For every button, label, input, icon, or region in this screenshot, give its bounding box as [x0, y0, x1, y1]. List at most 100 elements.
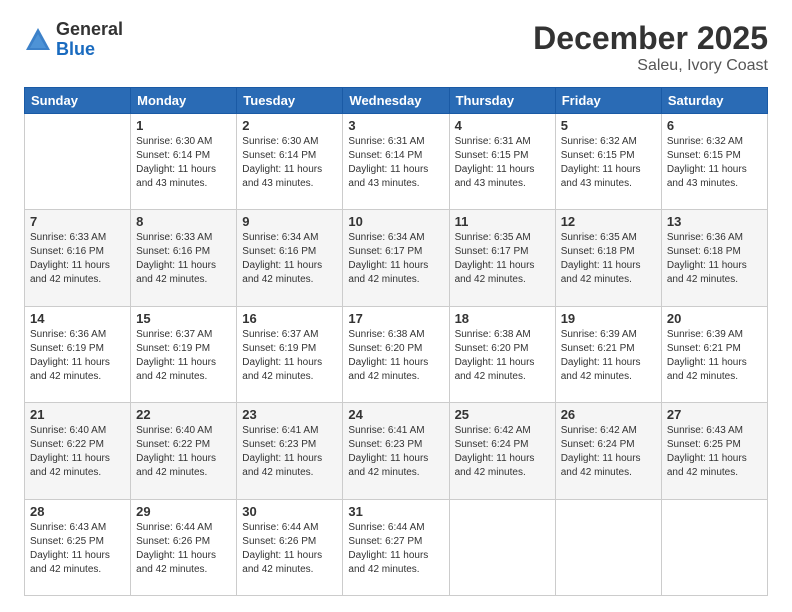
sunset-text: Sunset: 6:24 PM: [561, 439, 635, 450]
day-info: Sunrise: 6:30 AM Sunset: 6:14 PM Dayligh…: [242, 135, 337, 191]
sunrise-text: Sunrise: 6:30 AM: [242, 136, 318, 147]
day-number: 1: [136, 118, 231, 133]
day-info: Sunrise: 6:31 AM Sunset: 6:15 PM Dayligh…: [455, 135, 550, 191]
day-info: Sunrise: 6:33 AM Sunset: 6:16 PM Dayligh…: [30, 231, 125, 287]
daylight-text: Daylight: 11 hours and 42 minutes.: [136, 550, 216, 575]
daylight-text: Daylight: 11 hours and 42 minutes.: [242, 260, 322, 285]
day-info: Sunrise: 6:39 AM Sunset: 6:21 PM Dayligh…: [667, 328, 762, 384]
calendar-cell: 10 Sunrise: 6:34 AM Sunset: 6:17 PM Dayl…: [343, 210, 449, 306]
sunset-text: Sunset: 6:22 PM: [30, 439, 104, 450]
sunset-text: Sunset: 6:17 PM: [348, 246, 422, 257]
calendar-cell: [25, 114, 131, 210]
sunrise-text: Sunrise: 6:36 AM: [667, 232, 743, 243]
day-number: 12: [561, 214, 656, 229]
sunrise-text: Sunrise: 6:35 AM: [455, 232, 531, 243]
day-number: 26: [561, 407, 656, 422]
sunset-text: Sunset: 6:16 PM: [242, 246, 316, 257]
sunset-text: Sunset: 6:14 PM: [242, 150, 316, 161]
page: General Blue December 2025 Saleu, Ivory …: [0, 0, 792, 612]
calendar-cell: 15 Sunrise: 6:37 AM Sunset: 6:19 PM Dayl…: [131, 306, 237, 402]
day-number: 21: [30, 407, 125, 422]
daylight-text: Daylight: 11 hours and 42 minutes.: [30, 260, 110, 285]
sunset-text: Sunset: 6:22 PM: [136, 439, 210, 450]
sunrise-text: Sunrise: 6:35 AM: [561, 232, 637, 243]
day-info: Sunrise: 6:41 AM Sunset: 6:23 PM Dayligh…: [242, 424, 337, 480]
sunrise-text: Sunrise: 6:44 AM: [242, 522, 318, 533]
calendar-cell: 7 Sunrise: 6:33 AM Sunset: 6:16 PM Dayli…: [25, 210, 131, 306]
day-number: 29: [136, 504, 231, 519]
col-monday: Monday: [131, 88, 237, 114]
day-number: 3: [348, 118, 443, 133]
calendar-cell: 5 Sunrise: 6:32 AM Sunset: 6:15 PM Dayli…: [555, 114, 661, 210]
daylight-text: Daylight: 11 hours and 42 minutes.: [242, 550, 322, 575]
calendar-cell: [449, 499, 555, 595]
day-info: Sunrise: 6:37 AM Sunset: 6:19 PM Dayligh…: [242, 328, 337, 384]
sunset-text: Sunset: 6:16 PM: [30, 246, 104, 257]
day-info: Sunrise: 6:37 AM Sunset: 6:19 PM Dayligh…: [136, 328, 231, 384]
sunset-text: Sunset: 6:20 PM: [348, 343, 422, 354]
day-number: 31: [348, 504, 443, 519]
sunset-text: Sunset: 6:14 PM: [136, 150, 210, 161]
day-number: 27: [667, 407, 762, 422]
day-info: Sunrise: 6:31 AM Sunset: 6:14 PM Dayligh…: [348, 135, 443, 191]
day-info: Sunrise: 6:34 AM Sunset: 6:16 PM Dayligh…: [242, 231, 337, 287]
daylight-text: Daylight: 11 hours and 42 minutes.: [348, 453, 428, 478]
calendar-cell: 19 Sunrise: 6:39 AM Sunset: 6:21 PM Dayl…: [555, 306, 661, 402]
calendar-cell: 22 Sunrise: 6:40 AM Sunset: 6:22 PM Dayl…: [131, 403, 237, 499]
calendar-cell: 13 Sunrise: 6:36 AM Sunset: 6:18 PM Dayl…: [661, 210, 767, 306]
calendar-cell: 24 Sunrise: 6:41 AM Sunset: 6:23 PM Dayl…: [343, 403, 449, 499]
sunrise-text: Sunrise: 6:33 AM: [30, 232, 106, 243]
daylight-text: Daylight: 11 hours and 42 minutes.: [30, 453, 110, 478]
daylight-text: Daylight: 11 hours and 42 minutes.: [455, 453, 535, 478]
calendar-cell: 2 Sunrise: 6:30 AM Sunset: 6:14 PM Dayli…: [237, 114, 343, 210]
day-number: 18: [455, 311, 550, 326]
sunset-text: Sunset: 6:27 PM: [348, 536, 422, 547]
day-info: Sunrise: 6:43 AM Sunset: 6:25 PM Dayligh…: [667, 424, 762, 480]
calendar-cell: 14 Sunrise: 6:36 AM Sunset: 6:19 PM Dayl…: [25, 306, 131, 402]
day-number: 19: [561, 311, 656, 326]
calendar-cell: 31 Sunrise: 6:44 AM Sunset: 6:27 PM Dayl…: [343, 499, 449, 595]
daylight-text: Daylight: 11 hours and 42 minutes.: [348, 357, 428, 382]
logo-icon: [24, 26, 52, 54]
sunrise-text: Sunrise: 6:41 AM: [348, 425, 424, 436]
sunset-text: Sunset: 6:18 PM: [561, 246, 635, 257]
sunset-text: Sunset: 6:21 PM: [667, 343, 741, 354]
sunset-text: Sunset: 6:15 PM: [561, 150, 635, 161]
sunrise-text: Sunrise: 6:31 AM: [455, 136, 531, 147]
daylight-text: Daylight: 11 hours and 43 minutes.: [136, 164, 216, 189]
calendar-cell: 18 Sunrise: 6:38 AM Sunset: 6:20 PM Dayl…: [449, 306, 555, 402]
calendar-cell: 20 Sunrise: 6:39 AM Sunset: 6:21 PM Dayl…: [661, 306, 767, 402]
sunrise-text: Sunrise: 6:43 AM: [30, 522, 106, 533]
day-info: Sunrise: 6:44 AM Sunset: 6:26 PM Dayligh…: [242, 521, 337, 577]
calendar-cell: 23 Sunrise: 6:41 AM Sunset: 6:23 PM Dayl…: [237, 403, 343, 499]
calendar-cell: 8 Sunrise: 6:33 AM Sunset: 6:16 PM Dayli…: [131, 210, 237, 306]
day-info: Sunrise: 6:30 AM Sunset: 6:14 PM Dayligh…: [136, 135, 231, 191]
day-number: 14: [30, 311, 125, 326]
logo-blue: Blue: [56, 40, 123, 60]
sunset-text: Sunset: 6:19 PM: [136, 343, 210, 354]
day-info: Sunrise: 6:43 AM Sunset: 6:25 PM Dayligh…: [30, 521, 125, 577]
day-info: Sunrise: 6:32 AM Sunset: 6:15 PM Dayligh…: [667, 135, 762, 191]
calendar-cell: 1 Sunrise: 6:30 AM Sunset: 6:14 PM Dayli…: [131, 114, 237, 210]
day-number: 10: [348, 214, 443, 229]
day-info: Sunrise: 6:41 AM Sunset: 6:23 PM Dayligh…: [348, 424, 443, 480]
day-info: Sunrise: 6:44 AM Sunset: 6:26 PM Dayligh…: [136, 521, 231, 577]
calendar-cell: [555, 499, 661, 595]
calendar-cell: 9 Sunrise: 6:34 AM Sunset: 6:16 PM Dayli…: [237, 210, 343, 306]
calendar-cell: 26 Sunrise: 6:42 AM Sunset: 6:24 PM Dayl…: [555, 403, 661, 499]
calendar-cell: 17 Sunrise: 6:38 AM Sunset: 6:20 PM Dayl…: [343, 306, 449, 402]
day-info: Sunrise: 6:40 AM Sunset: 6:22 PM Dayligh…: [136, 424, 231, 480]
day-info: Sunrise: 6:42 AM Sunset: 6:24 PM Dayligh…: [455, 424, 550, 480]
calendar-cell: 21 Sunrise: 6:40 AM Sunset: 6:22 PM Dayl…: [25, 403, 131, 499]
daylight-text: Daylight: 11 hours and 43 minutes.: [561, 164, 641, 189]
sunset-text: Sunset: 6:25 PM: [30, 536, 104, 547]
daylight-text: Daylight: 11 hours and 42 minutes.: [136, 453, 216, 478]
sunrise-text: Sunrise: 6:34 AM: [348, 232, 424, 243]
day-number: 11: [455, 214, 550, 229]
sunset-text: Sunset: 6:26 PM: [136, 536, 210, 547]
calendar-cell: 25 Sunrise: 6:42 AM Sunset: 6:24 PM Dayl…: [449, 403, 555, 499]
sunset-text: Sunset: 6:20 PM: [455, 343, 529, 354]
calendar-cell: 6 Sunrise: 6:32 AM Sunset: 6:15 PM Dayli…: [661, 114, 767, 210]
calendar-cell: 29 Sunrise: 6:44 AM Sunset: 6:26 PM Dayl…: [131, 499, 237, 595]
day-number: 16: [242, 311, 337, 326]
